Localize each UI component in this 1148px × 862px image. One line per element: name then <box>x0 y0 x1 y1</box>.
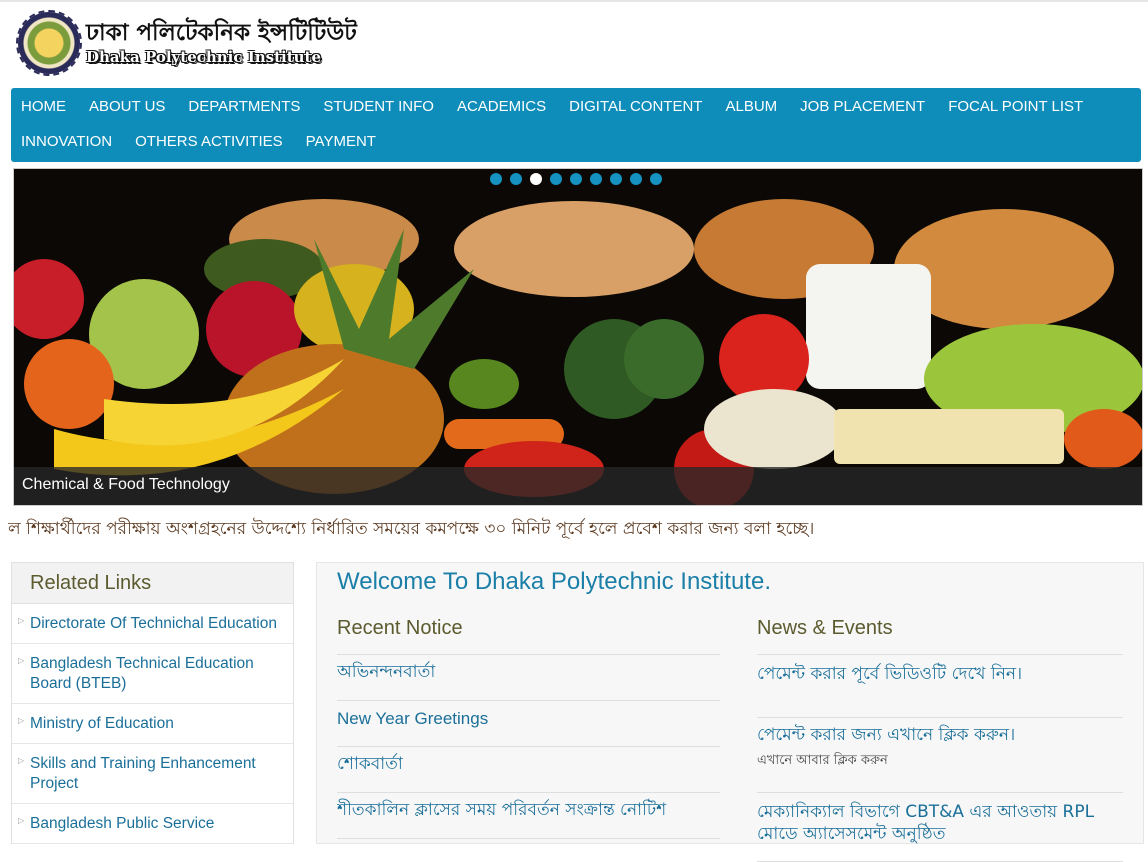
site-logo[interactable]: ঢাকা পলিটেকনিক ইন্সটিটিউট Dhaka Polytech… <box>16 10 357 76</box>
top-border <box>0 0 1148 2</box>
nav-item-innovation[interactable]: INNOVATION <box>11 123 112 161</box>
slide-caption-bar: Chemical & Food Technology <box>14 467 1142 505</box>
nav-item-student-info[interactable]: STUDENT INFO <box>313 88 434 126</box>
logo-title-english: Dhaka Polytechnic Institute <box>86 48 322 66</box>
notice-marquee[interactable]: ল শিক্ষার্থীদের পরীক্ষায় অংশগ্রহনের উদ্… <box>8 514 1148 544</box>
related-link-bteb[interactable]: Bangladesh Technical Education Board (BT… <box>30 655 254 692</box>
related-link-item[interactable]: Ministry of Education <box>12 704 293 744</box>
slider-dot[interactable] <box>550 173 562 185</box>
nav-item-departments[interactable]: DEPARTMENTS <box>178 88 300 126</box>
nav-item-academics[interactable]: ACADEMICS <box>447 88 546 126</box>
nav-row-1: HOME ABOUT US DEPARTMENTS STUDENT INFO A… <box>11 88 1096 126</box>
news-item[interactable]: মেক্যানিক্যাল বিভাগে CBT&A এর আওতায় RPL… <box>757 793 1123 862</box>
nav-item-job-placement[interactable]: JOB PLACEMENT <box>790 88 925 126</box>
related-link-step[interactable]: Skills and Training Enhancement Project <box>30 755 256 792</box>
news-events-title: News & Events <box>757 613 1123 655</box>
nav-item-focal-point-list[interactable]: FOCAL POINT LIST <box>938 88 1083 126</box>
news-item-sublink[interactable]: এখানে আবার ক্লিক করুন <box>757 752 1123 770</box>
slider-dot[interactable] <box>530 173 542 185</box>
news-item-title[interactable]: মেক্যানিক্যাল বিভাগে CBT&A এর আওতায় RPL… <box>757 801 1123 845</box>
slider-dot[interactable] <box>630 173 642 185</box>
related-link-item[interactable]: Directorate Of Technichal Education <box>12 604 293 644</box>
recent-notice-column: Recent Notice অভিনন্দনবার্তা New Year Gr… <box>337 613 720 839</box>
institute-emblem-icon <box>16 10 82 76</box>
slider-dot[interactable] <box>570 173 582 185</box>
slider-dot[interactable] <box>590 173 602 185</box>
news-item[interactable]: পেমেন্ট করার পূর্বে ভিডিওটি দেখে নিন। <box>757 655 1123 718</box>
slider-dot[interactable] <box>490 173 502 185</box>
welcome-section: Welcome To Dhaka Polytechnic Institute. … <box>316 562 1144 862</box>
slider-dot[interactable] <box>510 173 522 185</box>
slide-caption: Chemical & Food Technology <box>22 476 230 493</box>
nav-item-home[interactable]: HOME <box>11 88 66 126</box>
nav-item-payment[interactable]: PAYMENT <box>296 123 376 161</box>
related-link-item[interactable]: Bangladesh Technical Education Board (BT… <box>12 644 293 704</box>
slider-dot[interactable] <box>610 173 622 185</box>
main-navigation: HOME ABOUT US DEPARTMENTS STUDENT INFO A… <box>11 88 1141 162</box>
nav-row-2: INNOVATION OTHERS ACTIVITIES PAYMENT <box>11 123 389 161</box>
welcome-heading: Welcome To Dhaka Polytechnic Institute. <box>337 568 771 595</box>
logo-title-bangla: ঢাকা পলিটেকনিক ইন্সটিটিউট <box>86 20 357 46</box>
nav-item-others-activities[interactable]: OTHERS ACTIVITIES <box>125 123 283 161</box>
nav-item-about-us[interactable]: ABOUT US <box>79 88 165 126</box>
recent-notice-title: Recent Notice <box>337 613 720 655</box>
related-link-item[interactable]: Skills and Training Enhancement Project <box>12 744 293 804</box>
nav-item-digital-content[interactable]: DIGITAL CONTENT <box>559 88 702 126</box>
news-item[interactable]: পেমেন্ট করার জন্য এখানে ক্লিক করুন। এখান… <box>757 718 1123 793</box>
related-links-title: Related Links <box>12 563 293 604</box>
news-item-title[interactable]: পেমেন্ট করার পূর্বে ভিডিওটি দেখে নিন। <box>757 663 1123 685</box>
related-link-item[interactable]: Bangladesh Public Service <box>12 804 293 844</box>
slider-dot[interactable] <box>650 173 662 185</box>
image-slider[interactable]: Chemical & Food Technology <box>13 168 1143 506</box>
nav-item-album[interactable]: ALBUM <box>715 88 777 126</box>
news-item-title[interactable]: পেমেন্ট করার জন্য এখানে ক্লিক করুন। <box>757 724 1123 746</box>
related-link-dte[interactable]: Directorate Of Technichal Education <box>30 615 277 632</box>
slide-image <box>14 169 1142 505</box>
logo-text: ঢাকা পলিটেকনিক ইন্সটিটিউট Dhaka Polytech… <box>86 19 357 67</box>
slider-dots <box>490 173 662 185</box>
notice-item[interactable]: অভিনন্দনবার্তা <box>337 655 720 701</box>
notice-item[interactable]: New Year Greetings <box>337 701 720 747</box>
marquee-text: ল শিক্ষার্থীদের পরীক্ষায় অংশগ্রহনের উদ্… <box>8 519 815 539</box>
related-link-bpsc[interactable]: Bangladesh Public Service <box>30 815 214 832</box>
news-events-column: News & Events পেমেন্ট করার পূর্বে ভিডিওট… <box>757 613 1123 862</box>
related-links-panel: Related Links Directorate Of Technichal … <box>11 562 294 844</box>
notice-item[interactable]: শোকবার্তা <box>337 747 720 793</box>
related-link-ministry[interactable]: Ministry of Education <box>30 715 174 732</box>
notice-item[interactable]: শীতকালিন ক্লাসের সময় পরিবর্তন সংক্রান্ত… <box>337 793 720 839</box>
